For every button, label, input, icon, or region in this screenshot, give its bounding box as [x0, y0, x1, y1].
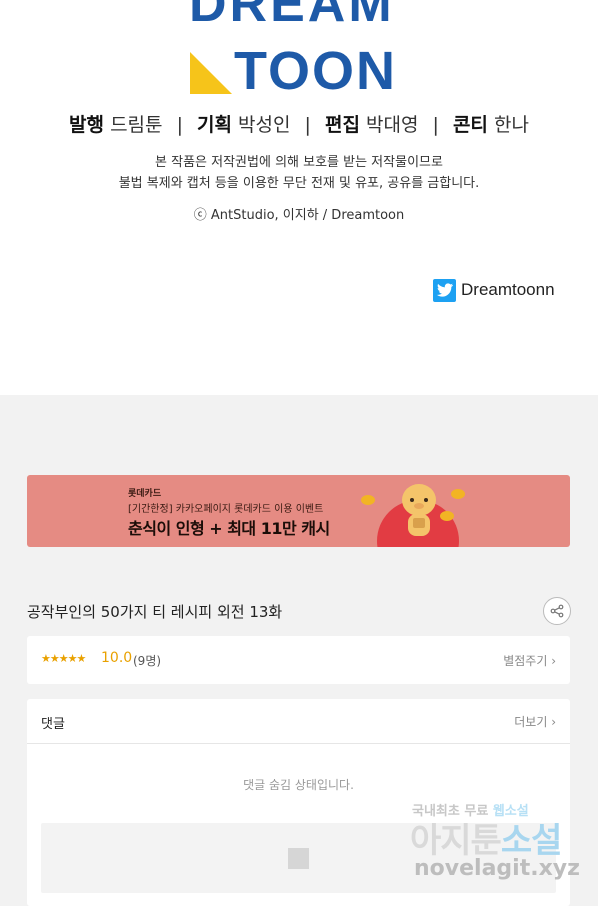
logo-triangle-mark: [190, 52, 232, 94]
rating-score: 10.0: [101, 650, 133, 666]
character-doll-illustration: [402, 484, 436, 536]
watermark-title-highlight: 소설: [500, 821, 563, 861]
share-icon: [550, 604, 564, 618]
staff-role: 편집: [324, 114, 360, 136]
rating-stars: ★★★★★: [41, 652, 86, 665]
watermark-url: novelagit.xyz: [414, 856, 580, 881]
comments-header: 댓글 더보기 ›: [27, 699, 570, 744]
staff-name: 한나: [493, 114, 529, 136]
copyright-notice-line2: 불법 복제와 캡처 등을 이용한 무단 전재 및 유포, 공유를 금합니다.: [118, 176, 480, 191]
share-button[interactable]: [543, 597, 571, 625]
copyright-notice-line1: 본 작품은 저작권법에 의해 보호를 받는 저작물이므로: [155, 155, 443, 170]
staff-separator: |: [304, 114, 311, 136]
coin-decoration-icon: [440, 511, 454, 521]
episode-title: 공작부인의 50가지 티 레시피 외전 13화: [27, 603, 283, 621]
banner-brand: 롯데카드: [128, 489, 162, 499]
banner-headline: 춘식이 인형 + 최대 11만 캐시: [128, 519, 330, 538]
staff-role: 기획: [197, 114, 232, 136]
staff-credits: 발행 드림툰 | 기획 박성인 | 편집 박대영 | 콘티 한나: [0, 110, 598, 137]
rate-button[interactable]: 별점주기 ›: [503, 652, 556, 669]
logo-line1: DREAM: [189, 0, 395, 33]
staff-separator: |: [176, 114, 183, 136]
banner-event-text: [기간한정] 카카오페이지 롯데카드 이용 이벤트: [128, 504, 324, 515]
staff-name: 박성인: [238, 114, 291, 136]
rating-card: ★★★★★ 10.0 (9명) 별점주기 ›: [27, 636, 570, 684]
rating-count: (9명): [133, 654, 162, 668]
twitter-bird-icon: [433, 278, 456, 302]
image-placeholder-icon: [288, 848, 309, 869]
twitter-handle: Dreamtoonn: [461, 280, 555, 299]
comments-more-link[interactable]: 더보기 ›: [514, 713, 556, 730]
staff-separator: |: [432, 114, 439, 136]
logo-line2: TOON: [234, 41, 398, 101]
watermark-title: 아지툰소설: [410, 813, 563, 862]
comments-hidden-message: 댓글 숨김 상태입니다.: [243, 778, 354, 792]
coin-decoration-icon: [451, 489, 465, 499]
staff-name: 박대영: [366, 114, 419, 136]
comments-title: 댓글: [41, 717, 65, 732]
copyright-holders: ⓒ AntStudio, 이지하 / Dreamtoon: [193, 208, 405, 223]
staff-role: 발행: [69, 114, 105, 136]
twitter-link[interactable]: Dreamtoonn: [433, 278, 555, 302]
watermark-title-text: 아지툰: [410, 821, 502, 861]
dreamtoon-logo: DREAM TOON: [189, 0, 411, 100]
event-banner[interactable]: 롯데카드 [기간한정] 카카오페이지 롯데카드 이용 이벤트 춘식이 인형 + …: [27, 475, 570, 547]
staff-name: 드림툰: [110, 114, 163, 136]
site-watermark: 국내최초 무료 웹소설 아지툰소설 novelagit.xyz: [410, 800, 580, 890]
credits-section: DREAM TOON 발행 드림툰 | 기획 박성인 | 편집 박대영 | 콘티…: [0, 0, 598, 395]
coin-decoration-icon: [361, 495, 375, 505]
staff-role: 콘티: [452, 114, 488, 136]
